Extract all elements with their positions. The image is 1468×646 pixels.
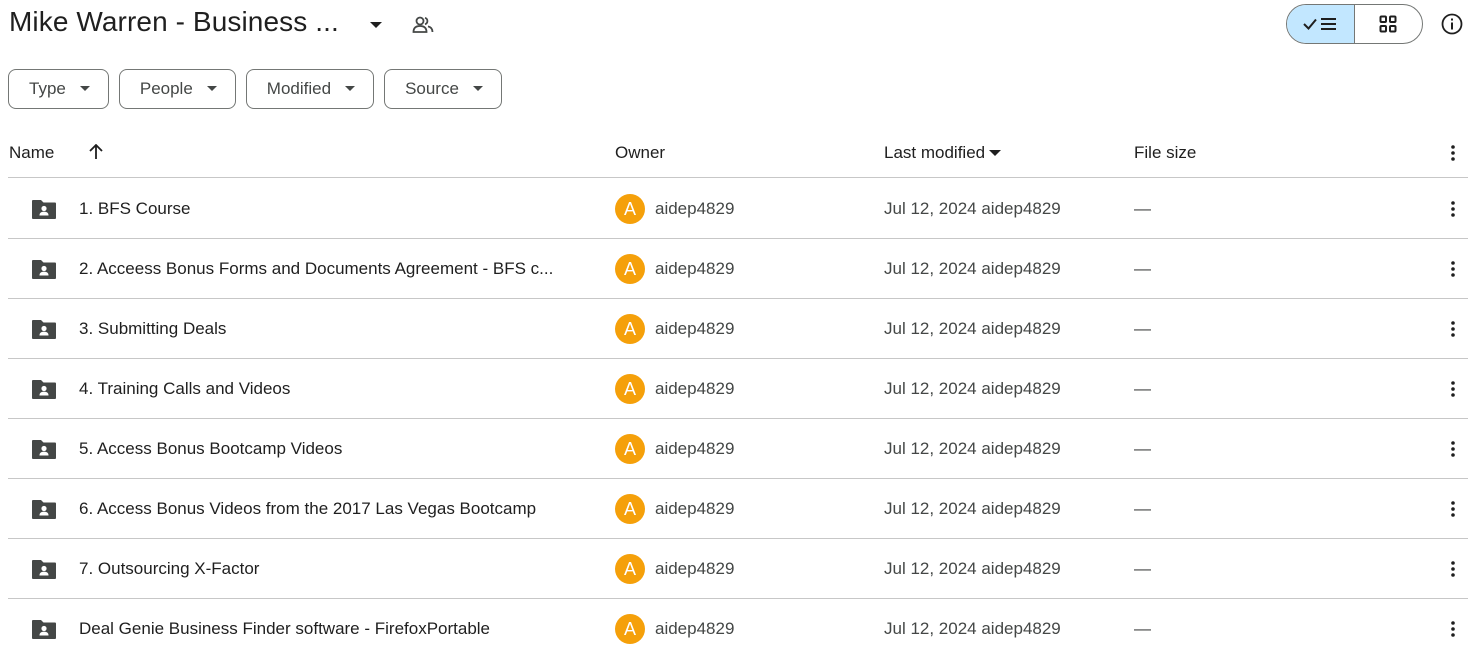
list-view-button[interactable] — [1287, 5, 1355, 43]
table-row[interactable]: 5. Access Bonus Bootcamp Videos Aaidep482… — [8, 419, 1468, 479]
file-size: — — [1134, 199, 1151, 218]
last-modified: Jul 12, 2024 aidep4829 — [884, 379, 1061, 398]
shared-folder-icon — [31, 618, 57, 640]
file-name[interactable]: 1. BFS Course — [79, 199, 594, 219]
filter-label: Source — [405, 79, 459, 98]
owner-name: aidep4829 — [655, 319, 735, 338]
avatar: A — [615, 494, 645, 524]
filter-label: Type — [29, 79, 66, 98]
owner-name: aidep4829 — [655, 439, 735, 458]
last-modified: Jul 12, 2024 aidep4829 — [884, 559, 1061, 578]
folder-title[interactable]: Mike Warren - Business ... — [9, 6, 339, 38]
filter-label: Modified — [266, 79, 332, 98]
file-name[interactable]: 4. Training Calls and Videos — [79, 379, 594, 399]
owner-name: aidep4829 — [655, 499, 735, 518]
table-row[interactable]: 3. Submitting Deals Aaidep4829 Jul 12, 202… — [8, 299, 1468, 359]
avatar: A — [615, 614, 645, 644]
file-size: — — [1134, 439, 1151, 458]
check-list-icon — [1303, 18, 1337, 30]
file-name[interactable]: 3. Submitting Deals — [79, 319, 594, 339]
last-modified: Jul 12, 2024 aidep4829 — [884, 619, 1061, 638]
file-name[interactable]: 7. Outsourcing X-Factor — [79, 559, 594, 579]
info-icon[interactable] — [1438, 10, 1466, 38]
owner-name: aidep4829 — [655, 199, 735, 218]
dropdown-arrow-icon — [206, 86, 217, 91]
table-row[interactable]: 2. Acceess Bonus Forms and Documents Agr… — [8, 239, 1468, 299]
more-vert-icon[interactable] — [1441, 141, 1465, 165]
file-size: — — [1134, 619, 1151, 638]
shared-folder-icon — [31, 378, 57, 400]
avatar: A — [615, 314, 645, 344]
last-modified: Jul 12, 2024 aidep4829 — [884, 259, 1061, 278]
grid-icon — [1379, 15, 1397, 33]
more-vert-icon[interactable] — [1441, 377, 1465, 401]
column-file-size-header[interactable]: File size — [1134, 143, 1196, 163]
title-dropdown-icon[interactable] — [362, 13, 390, 37]
shared-folder-icon — [31, 198, 57, 220]
avatar: A — [615, 194, 645, 224]
table-row[interactable]: 1. BFS Course Aaidep4829 Jul 12, 2024 aide… — [8, 179, 1468, 239]
file-list: 1. BFS Course Aaidep4829 Jul 12, 2024 aide… — [8, 179, 1468, 646]
dropdown-arrow-icon — [472, 86, 483, 91]
file-name[interactable]: Deal Genie Business Finder software - Fi… — [79, 619, 594, 639]
shared-folder-icon — [31, 258, 57, 280]
view-toggle — [1286, 4, 1423, 44]
filter-people[interactable]: People — [118, 69, 236, 109]
owner-name: aidep4829 — [655, 379, 735, 398]
last-modified: Jul 12, 2024 aidep4829 — [884, 319, 1061, 338]
page-header: Mike Warren - Business ... — [0, 0, 1468, 50]
avatar: A — [615, 554, 645, 584]
more-vert-icon[interactable] — [1441, 317, 1465, 341]
column-owner-header[interactable]: Owner — [615, 143, 665, 163]
shared-folder-icon — [31, 318, 57, 340]
file-size: — — [1134, 559, 1151, 578]
dropdown-arrow-icon — [345, 86, 356, 91]
filter-modified[interactable]: Modified — [245, 69, 375, 109]
column-name-header[interactable]: Name — [9, 143, 54, 163]
last-modified: Jul 12, 2024 aidep4829 — [884, 199, 1061, 218]
shared-folder-icon — [31, 558, 57, 580]
file-size: — — [1134, 319, 1151, 338]
file-name[interactable]: 6. Access Bonus Videos from the 2017 Las… — [79, 499, 594, 519]
table-row[interactable]: 4. Training Calls and Videos Aaidep4829 Ju… — [8, 359, 1468, 419]
owner-name: aidep4829 — [655, 259, 735, 278]
column-last-modified-label: Last modified — [884, 143, 986, 162]
owner-name: aidep4829 — [655, 559, 735, 578]
filter-label: People — [139, 79, 193, 98]
table-header: Name Owner Last modified File size — [8, 128, 1468, 178]
filter-bar: Type People Modified Source — [8, 69, 502, 109]
table-row[interactable]: 7. Outsourcing X-Factor Aaidep4829 Jul 12,… — [8, 539, 1468, 599]
last-modified: Jul 12, 2024 aidep4829 — [884, 499, 1061, 518]
more-vert-icon[interactable] — [1441, 437, 1465, 461]
owner-name: aidep4829 — [655, 619, 735, 638]
file-size: — — [1134, 499, 1151, 518]
more-vert-icon[interactable] — [1441, 197, 1465, 221]
last-modified: Jul 12, 2024 aidep4829 — [884, 439, 1061, 458]
table-row[interactable]: 6. Access Bonus Videos from the 2017 Las… — [8, 479, 1468, 539]
dropdown-arrow-icon — [79, 86, 90, 91]
shared-folder-icon — [31, 498, 57, 520]
file-name[interactable]: 5. Access Bonus Bootcamp Videos — [79, 439, 594, 459]
avatar: A — [615, 254, 645, 284]
more-vert-icon[interactable] — [1441, 497, 1465, 521]
more-vert-icon[interactable] — [1441, 257, 1465, 281]
shared-folder-icon — [31, 438, 57, 460]
file-name[interactable]: 2. Acceess Bonus Forms and Documents Agr… — [79, 259, 594, 279]
more-vert-icon[interactable] — [1441, 617, 1465, 641]
grid-view-button[interactable] — [1355, 5, 1423, 43]
people-icon[interactable] — [409, 11, 437, 39]
filter-type[interactable]: Type — [8, 69, 109, 109]
table-row[interactable]: Deal Genie Business Finder software - Fi… — [8, 599, 1468, 646]
column-last-modified-header[interactable]: Last modified — [884, 143, 1002, 163]
more-vert-icon[interactable] — [1441, 557, 1465, 581]
avatar: A — [615, 374, 645, 404]
file-size: — — [1134, 379, 1151, 398]
sort-descending-icon — [989, 150, 1002, 157]
avatar: A — [615, 434, 645, 464]
sort-ascending-icon[interactable] — [84, 140, 108, 164]
filter-source[interactable]: Source — [384, 69, 502, 109]
file-size: — — [1134, 259, 1151, 278]
